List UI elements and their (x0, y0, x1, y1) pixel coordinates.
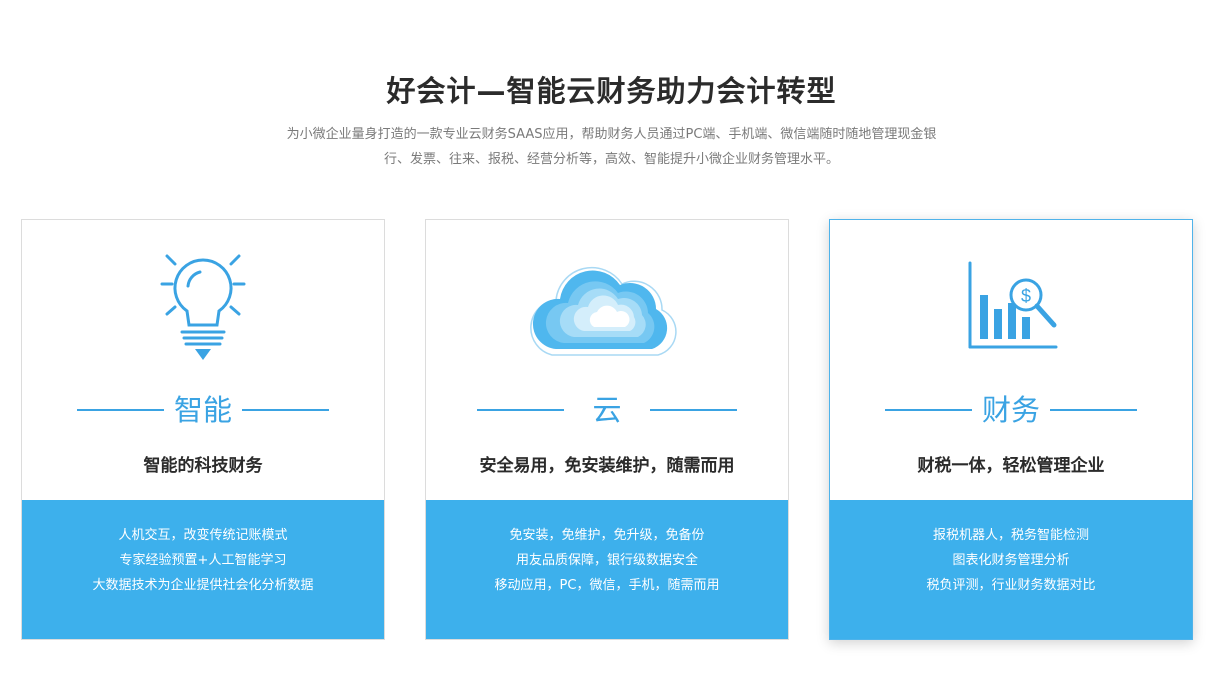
heading-rule (76, 409, 164, 411)
heading-rule (649, 409, 737, 411)
page-title: 好会计—智能云财务助力会计转型 (386, 74, 837, 108)
description-line: 为小微企业量身打造的一款专业云财务SAAS应用，帮助财务人员通过PC端、手机端、… (286, 127, 937, 142)
card-detail-line: 免安装，免维护，免升级，免备份 (509, 528, 705, 543)
card-heading-text: 云 (592, 393, 622, 427)
heading-rule (1050, 409, 1137, 411)
card-detail-line: 人机交互，改变传统记账模式 (118, 528, 288, 543)
card-detail-line: 专家经验预置+人工智能学习 (119, 553, 287, 568)
card-heading: 智能 (22, 388, 384, 432)
page-description: 为小微企业量身打造的一款专业云财务SAAS应用，帮助财务人员通过PC端、手机端、… (250, 122, 973, 172)
feature-card-finance[interactable]: $ 财务 财税一体，轻松管理企业 报税机器人，税务智能检测 图表化财务管理分析 … (829, 219, 1193, 640)
svg-text:$: $ (1021, 286, 1031, 306)
card-detail-line: 大数据技术为企业提供社会化分析数据 (92, 578, 314, 593)
heading-rule (477, 409, 565, 411)
finance-chart-icon: $ (830, 250, 1192, 370)
page: 好会计—智能云财务助力会计转型 为小微企业量身打造的一款专业云财务SAAS应用，… (0, 0, 1223, 694)
card-subtitle: 智能的科技财务 (143, 456, 263, 476)
card-heading-text: 智能 (173, 393, 232, 427)
card-heading: 财务 (830, 388, 1192, 432)
card-detail-line: 移动应用，PC，微信，手机，随需而用 (494, 578, 720, 593)
heading-rule (242, 409, 329, 411)
feature-card-cloud[interactable]: 云 安全易用，免安装维护，随需而用 免安装，免维护，免升级，免备份 用友品质保障… (425, 219, 789, 640)
card-detail-panel: 免安装，免维护，免升级，免备份 用友品质保障，银行级数据安全 移动应用，PC，微… (426, 500, 788, 639)
card-detail-panel: 人机交互，改变传统记账模式 专家经验预置+人工智能学习 大数据技术为企业提供社会… (22, 500, 384, 639)
card-detail-line: 图表化财务管理分析 (952, 553, 1070, 568)
card-heading: 云 (426, 388, 788, 432)
card-detail-line: 报税机器人，税务智能检测 (932, 528, 1089, 543)
feature-card-smart[interactable]: 智能 智能的科技财务 人机交互，改变传统记账模式 专家经验预置+人工智能学习 大… (21, 219, 385, 640)
cloud-icon (426, 250, 788, 370)
card-detail-line: 用友品质保障，银行级数据安全 (515, 553, 698, 568)
heading-rule (884, 409, 972, 411)
card-heading-text: 财务 (981, 393, 1040, 427)
card-detail-panel: 报税机器人，税务智能检测 图表化财务管理分析 税负评测，行业财务数据对比 (830, 500, 1192, 639)
lightbulb-icon (22, 250, 384, 370)
card-subtitle: 安全易用，免安装维护，随需而用 (479, 456, 735, 476)
card-detail-line: 税负评测，行业财务数据对比 (926, 578, 1096, 593)
card-subtitle: 财税一体，轻松管理企业 (917, 456, 1105, 476)
description-line: 行、发票、往来、报税、经营分析等，高效、智能提升小微企业财务管理水平。 (383, 152, 839, 167)
